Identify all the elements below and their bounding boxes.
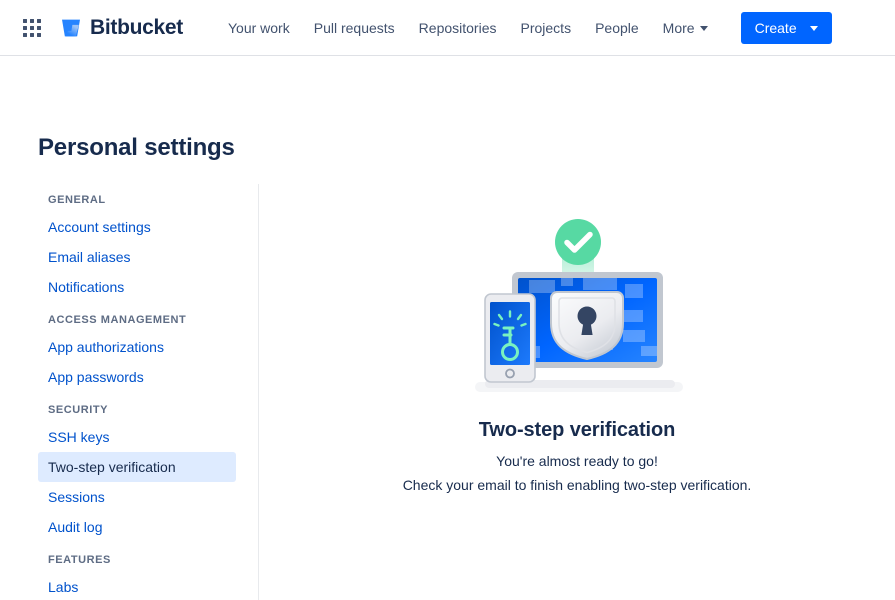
chevron-down-icon xyxy=(699,26,708,31)
top-navigation-bar: Bitbucket Your work Pull requests Reposi… xyxy=(0,0,895,56)
mobile-phone-icon xyxy=(484,293,536,383)
create-button[interactable]: Create xyxy=(740,11,832,44)
nav-link-repositories[interactable]: Repositories xyxy=(408,13,508,43)
nav-link-label: More xyxy=(662,19,695,36)
sidebar-group-general: GENERAL Account settings Email aliases N… xyxy=(0,194,258,302)
empty-state-heading: Two-step verification xyxy=(478,419,676,441)
nav-link-projects[interactable]: Projects xyxy=(510,13,583,43)
sidebar-group-access-management: ACCESS MANAGEMENT App authorizations App… xyxy=(0,314,258,392)
settings-sidebar: GENERAL Account settings Email aliases N… xyxy=(0,184,259,600)
shield-lock-icon xyxy=(550,291,624,361)
nav-link-label: Repositories xyxy=(418,19,497,36)
sidebar-item-sessions[interactable]: Sessions xyxy=(38,482,236,512)
sidebar-item-ssh-keys[interactable]: SSH keys xyxy=(38,422,236,452)
sidebar-heading-access-management: ACCESS MANAGEMENT xyxy=(48,314,187,326)
sidebar-item-email-aliases[interactable]: Email aliases xyxy=(38,242,236,272)
page-body: Personal settings GENERAL Account settin… xyxy=(0,56,895,600)
page-title: Personal settings xyxy=(38,134,235,161)
sidebar-item-app-passwords[interactable]: App passwords xyxy=(38,362,236,392)
grid-apps-icon xyxy=(23,18,41,37)
sidebar-item-two-step-verification[interactable]: Two-step verification xyxy=(38,452,236,482)
nav-link-label: People xyxy=(595,19,639,36)
app-switcher-button[interactable] xyxy=(16,12,48,44)
primary-nav-links: Your work Pull requests Repositories Pro… xyxy=(217,13,719,43)
green-check-badge-icon xyxy=(555,219,601,265)
illustration-container xyxy=(457,212,697,407)
nav-link-more[interactable]: More xyxy=(652,13,719,43)
sidebar-heading-security: SECURITY xyxy=(48,404,109,416)
empty-state-line-2: Check your email to finish enabling two-… xyxy=(402,477,752,494)
create-button-label: Create xyxy=(754,19,797,36)
two-step-verification-panel: Two-step verification You're almost read… xyxy=(259,184,895,599)
nav-link-your-work[interactable]: Your work xyxy=(217,13,301,43)
empty-state-line-1: You're almost ready to go! xyxy=(496,453,658,469)
sidebar-item-notifications[interactable]: Notifications xyxy=(38,272,236,302)
nav-link-label: Your work xyxy=(227,19,290,36)
sidebar-group-features: FEATURES Labs xyxy=(0,554,258,600)
nav-link-label: Projects xyxy=(520,19,572,36)
nav-link-label: Pull requests xyxy=(313,19,395,36)
nav-link-people[interactable]: People xyxy=(584,13,650,43)
brand-name: Bitbucket xyxy=(90,15,183,39)
sidebar-heading-features: FEATURES xyxy=(48,554,111,566)
sidebar-item-account-settings[interactable]: Account settings xyxy=(38,212,236,242)
sidebar-item-app-authorizations[interactable]: App authorizations xyxy=(38,332,236,362)
bitbucket-home-link[interactable]: Bitbucket xyxy=(60,16,183,40)
sidebar-item-labs[interactable]: Labs xyxy=(38,572,236,600)
sidebar-item-audit-log[interactable]: Audit log xyxy=(38,512,236,542)
two-step-verification-illustration xyxy=(475,219,683,392)
chevron-down-icon xyxy=(809,25,818,31)
sidebar-heading-general: GENERAL xyxy=(48,194,106,206)
bitbucket-logo-icon xyxy=(62,19,80,36)
sidebar-group-security: SECURITY SSH keys Two-step verification … xyxy=(0,404,258,542)
nav-link-pull-requests[interactable]: Pull requests xyxy=(303,13,406,43)
